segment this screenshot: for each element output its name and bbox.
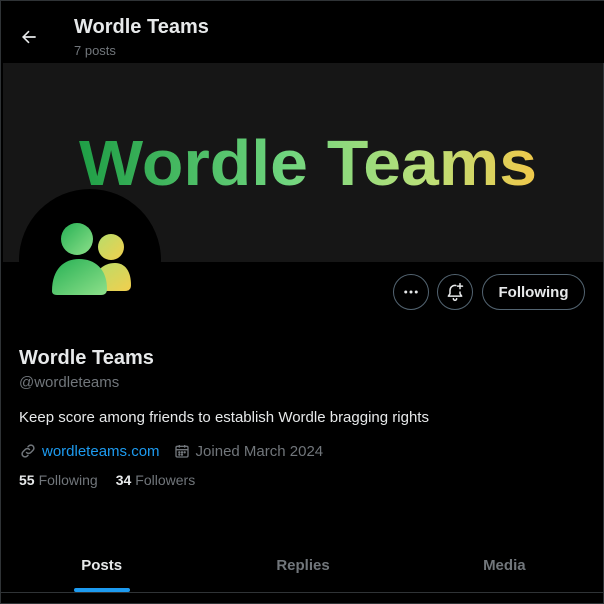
- notify-button[interactable]: [437, 274, 473, 310]
- followers-count-link[interactable]: 34 Followers: [116, 472, 195, 488]
- calendar-icon: [174, 445, 189, 458]
- arrow-left-icon: [22, 30, 36, 44]
- profile-meta: wordleteams.com Joined March 2024: [19, 441, 323, 461]
- following-count-link[interactable]: 55 Following: [19, 472, 98, 488]
- more-dots-icon: [404, 290, 418, 294]
- header-title: Wordle Teams: [74, 16, 209, 38]
- back-button[interactable]: [11, 19, 47, 55]
- tab-label: Media: [483, 557, 526, 574]
- followers-count: 34: [115, 472, 132, 488]
- followers-label: Followers: [135, 472, 196, 488]
- tab-media[interactable]: Media: [404, 539, 604, 592]
- following-button[interactable]: Following: [482, 274, 585, 310]
- profile-page: Wordle Teams 7 posts Wordle Teams Follow…: [0, 0, 604, 604]
- profile-tabs: Posts Replies Media: [1, 539, 604, 593]
- follow-counts: 55 Following 34 Followers: [19, 472, 213, 488]
- following-count: 55: [19, 472, 35, 488]
- bell-plus-icon: [447, 282, 464, 302]
- bio-text: Keep score among friends to establish Wo…: [19, 409, 429, 426]
- tab-label: Posts: [81, 557, 123, 574]
- user-handle: @wordleteams: [19, 374, 120, 391]
- website-link[interactable]: wordleteams.com: [42, 443, 160, 460]
- display-name: Wordle Teams: [19, 347, 154, 369]
- top-header: Wordle Teams 7 posts: [1, 1, 604, 63]
- more-button[interactable]: [393, 274, 429, 310]
- tab-posts[interactable]: Posts: [1, 539, 202, 592]
- avatar[interactable]: [19, 189, 161, 331]
- joined-date: Joined March 2024: [195, 442, 324, 460]
- link-icon: [21, 444, 35, 458]
- team-logo-icon: [52, 223, 131, 295]
- active-tab-indicator: [73, 588, 130, 592]
- tab-label: Replies: [276, 557, 330, 574]
- post-count: 7 posts: [74, 43, 116, 58]
- tab-replies[interactable]: Replies: [202, 539, 403, 592]
- following-label: Following: [38, 472, 98, 488]
